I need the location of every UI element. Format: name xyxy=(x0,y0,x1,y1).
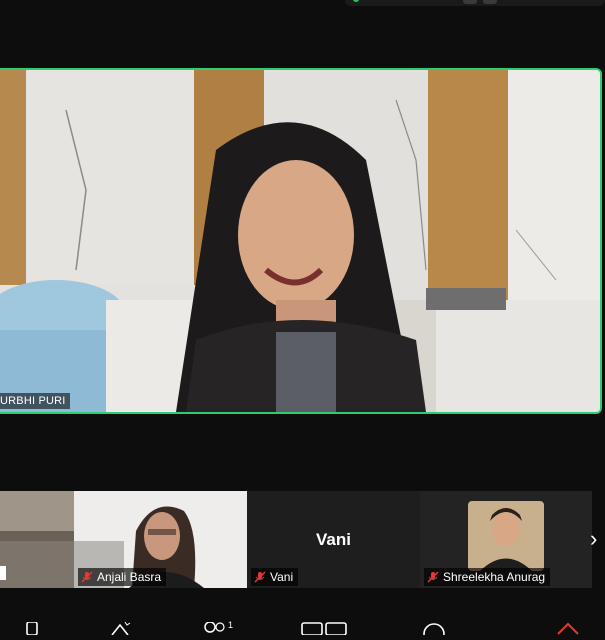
participant-strip: Anjali Basra Vani Vani Shreelekha Anurag xyxy=(0,491,605,588)
speaker-video-frame xyxy=(0,70,600,412)
participant-label: Vani xyxy=(251,568,299,586)
participant-video xyxy=(0,491,74,588)
mic-off-icon xyxy=(254,571,266,583)
more-icon[interactable] xyxy=(422,622,446,640)
participant-label: Shreelekha Anurag xyxy=(424,568,551,586)
participant-tile-shreelekha[interactable]: Shreelekha Anurag xyxy=(420,491,592,588)
top-status-chip xyxy=(345,0,605,6)
participants-count: 1 xyxy=(228,620,234,630)
chip-button-2[interactable] xyxy=(483,0,497,4)
participant-name: Vani xyxy=(270,570,294,584)
effects-icon[interactable] xyxy=(108,621,132,640)
chevron-right-icon[interactable]: › xyxy=(590,528,605,552)
mic-off-icon xyxy=(427,571,439,583)
participant-name: Anjali Basra xyxy=(97,570,162,584)
meeting-toolbar: 1 xyxy=(0,612,605,640)
participant-tile-vani[interactable]: Vani Vani xyxy=(247,491,420,588)
participants-icon[interactable] xyxy=(200,621,240,640)
active-speaker-video[interactable]: URBHI PURI xyxy=(0,68,602,414)
speaker-name-tag: URBHI PURI xyxy=(0,393,70,409)
participant-tile[interactable] xyxy=(0,491,74,588)
participant-label: Anjali Basra xyxy=(78,568,167,586)
status-dot-icon xyxy=(353,0,359,2)
mic-off-icon xyxy=(81,571,93,583)
participant-display-name: Vani xyxy=(316,530,351,549)
leave-icon[interactable] xyxy=(556,622,580,640)
view-icon[interactable] xyxy=(300,622,350,640)
participant-tile-anjali[interactable]: Anjali Basra xyxy=(74,491,247,588)
chip-button-1[interactable] xyxy=(463,0,477,4)
participant-name: Shreelekha Anurag xyxy=(443,570,546,584)
audio-icon[interactable] xyxy=(22,621,42,640)
